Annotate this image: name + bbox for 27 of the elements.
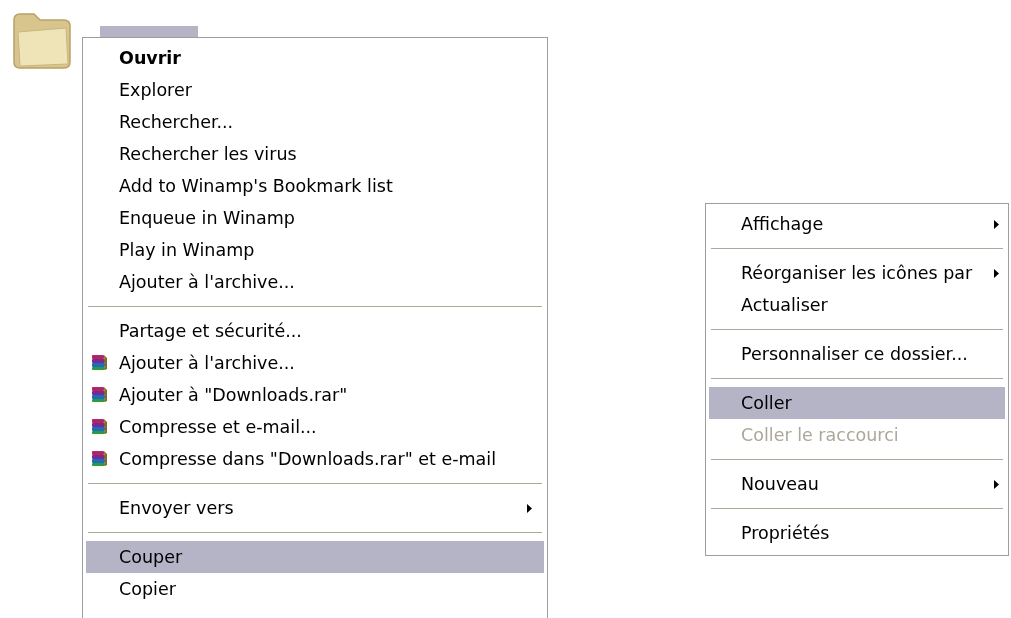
menu-item[interactable]: Affichage	[709, 208, 1005, 240]
books-stack-icon	[91, 450, 108, 467]
menu-item[interactable]: Actualiser	[709, 289, 1005, 321]
menu-item[interactable]: Partage et sécurité...	[86, 315, 544, 347]
menu-item[interactable]: Enqueue in Winamp	[86, 202, 544, 234]
menu-item[interactable]: Explorer	[86, 74, 544, 106]
menu-item[interactable]: Envoyer vers	[86, 492, 544, 524]
menu-item[interactable]: Play in Winamp	[86, 234, 544, 266]
books-stack-icon	[91, 418, 108, 435]
menu-item[interactable]: Nouveau	[709, 468, 1005, 500]
menu-item[interactable]: Coller	[709, 387, 1005, 419]
menu-item[interactable]: Réorganiser les icônes par	[709, 257, 1005, 289]
menu-item[interactable]: Compresse dans "Downloads.rar" et e-mail	[86, 443, 544, 475]
menu-item[interactable]: Ajouter à l'archive...	[86, 347, 544, 379]
books-stack-icon	[91, 386, 108, 403]
menu-item[interactable]: Copier	[86, 573, 544, 605]
books-stack-icon	[91, 354, 108, 371]
menu-item[interactable]: Propriétés	[709, 517, 1005, 549]
menu-item[interactable]: Add to Winamp's Bookmark list	[86, 170, 544, 202]
menu-item[interactable]: Couper	[86, 541, 544, 573]
menu-item[interactable]: Compresse et e-mail...	[86, 411, 544, 443]
menu-item[interactable]: Ouvrir	[86, 42, 544, 74]
menu-item[interactable]: Rechercher...	[86, 106, 544, 138]
menu-item[interactable]: Rechercher les virus	[86, 138, 544, 170]
menu-item[interactable]: Ajouter à "Downloads.rar"	[86, 379, 544, 411]
menu-item[interactable]: Personnaliser ce dossier...	[709, 338, 1005, 370]
menu-item[interactable]: Ajouter à l'archive...	[86, 266, 544, 298]
